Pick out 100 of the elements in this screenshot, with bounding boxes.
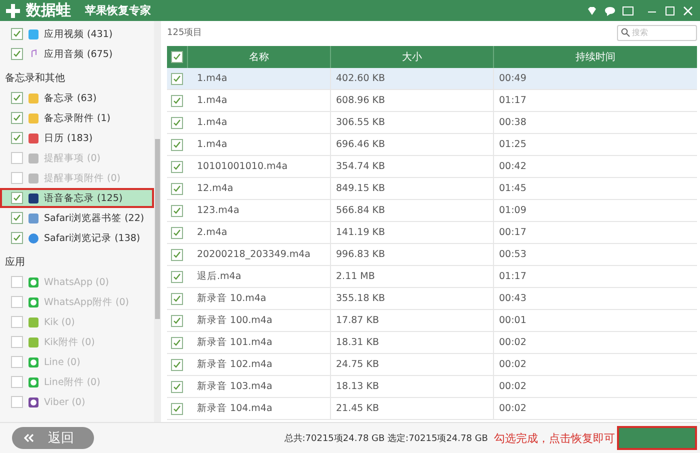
table-cell: 01:09 [493, 200, 697, 221]
table-cell: 00:38 [493, 112, 697, 133]
table-cell: 00:43 [493, 288, 697, 309]
table-row[interactable]: 退后.m4a 2.11 MB 01:17 [167, 266, 697, 288]
item-label: 备忘录附件 (1) [44, 112, 110, 124]
close-icon[interactable] [682, 4, 694, 16]
checkbox[interactable] [11, 92, 23, 104]
table-row[interactable]: 新录音 102.m4a 24.75 KB 00:02 [167, 354, 697, 376]
chat-bubble-icon[interactable] [604, 4, 616, 16]
table-cell-text: 退后.m4a [196, 270, 242, 284]
logo-text: 数据蛙 [26, 1, 71, 20]
item-label: 提醒事项附件 (0) [44, 172, 120, 184]
checkbox[interactable] [171, 248, 183, 260]
table-cell: 17.87 KB [330, 310, 493, 331]
sidebar-item[interactable]: Safari浏览器书签 (22) [0, 208, 154, 228]
checkbox[interactable] [171, 94, 183, 106]
checkbox[interactable] [11, 48, 23, 60]
table-row[interactable]: 新录音 10.m4a 355.18 KB 00:43 [167, 288, 697, 310]
checkbox[interactable] [171, 402, 183, 414]
search-field[interactable]: 搜索 [617, 24, 697, 40]
checkbox[interactable] [171, 116, 183, 128]
table-cell: 00:02 [493, 376, 697, 397]
search-icon [621, 28, 630, 37]
checkbox[interactable] [11, 232, 23, 244]
table-row[interactable]: 1.m4a 608.96 KB 01:17 [167, 90, 697, 112]
checkbox[interactable] [171, 138, 183, 150]
sidebar-item[interactable]: 备忘录 (63) [0, 88, 154, 108]
sidebar-item[interactable]: 日历 (183) [0, 128, 154, 148]
table-cell: 141.19 KB [330, 222, 493, 243]
checkbox[interactable] [171, 380, 183, 392]
table-cell-text: 1.m4a [196, 138, 228, 152]
checkbox[interactable] [171, 358, 183, 370]
item-label: Line (0) [44, 356, 80, 368]
table-row[interactable]: 新录音 101.m4a 18.31 KB 00:02 [167, 332, 697, 354]
table-row[interactable]: 1.m4a 696.46 KB 01:25 [167, 134, 697, 156]
table-cell: 24.75 KB [330, 354, 493, 375]
item-label: Viber (0) [44, 396, 86, 408]
screen-icon[interactable] [622, 4, 634, 16]
checkbox[interactable] [171, 226, 183, 238]
checkbox[interactable] [171, 160, 183, 172]
table-cell: 696.46 KB [330, 134, 493, 155]
section-heading: 备忘录和其他 [4, 72, 66, 86]
checkbox[interactable] [171, 270, 183, 282]
table-cell: 849.15 KB [330, 178, 493, 199]
sidebar-item[interactable]: 应用视频 (431) [0, 24, 154, 44]
item-label: WhatsApp附件 (0) [44, 296, 129, 308]
checkbox[interactable] [11, 192, 23, 204]
table-cell-text: 1.m4a [196, 72, 228, 86]
table-cell-text: 新录音 101.m4a [196, 336, 274, 350]
scrollbar-thumb[interactable] [155, 139, 160, 319]
checkbox[interactable] [11, 132, 23, 144]
checkbox[interactable] [171, 182, 183, 194]
checkbox[interactable] [171, 292, 183, 304]
table-row[interactable]: 新录音 103.m4a 18.13 KB 00:02 [167, 376, 697, 398]
item-count: 125项目 [167, 27, 202, 39]
table-row[interactable]: 1.m4a 306.55 KB 00:38 [167, 112, 697, 134]
table-cell-text: 1.m4a [196, 94, 228, 108]
table-row[interactable]: 2.m4a 141.19 KB 00:17 [167, 222, 697, 244]
cross-logo-icon [6, 4, 20, 18]
section-heading: 应用 [4, 256, 26, 270]
sidebar-item[interactable]: 备忘录附件 (1) [0, 108, 154, 128]
table-row[interactable]: 10101001010.m4a 354.74 KB 00:42 [167, 156, 697, 178]
item-label: WhatsApp (0) [44, 276, 109, 288]
table-cell: 00:49 [493, 68, 697, 89]
checkbox[interactable] [11, 28, 23, 40]
table-row[interactable]: 12.m4a 849.15 KB 01:45 [167, 178, 697, 200]
table-cell: 355.18 KB [330, 288, 493, 309]
table-row[interactable]: 1.m4a 402.60 KB 00:49 [167, 68, 697, 90]
checkbox[interactable] [11, 112, 23, 124]
sidebar-item[interactable]: 语音备忘录 (125) [0, 188, 154, 208]
table-row[interactable]: 新录音 100.m4a 17.87 KB 00:01 [167, 310, 697, 332]
summary-text: 总共:70215项24.78 GB 选定:70215项24.78 GB [284, 432, 488, 444]
table-cell: 608.96 KB [330, 90, 493, 111]
table-cell-text: 新录音 100.m4a [196, 314, 274, 328]
table-cell: 00:42 [493, 156, 697, 177]
table-cell: 00:01 [493, 310, 697, 331]
table-cell: 01:25 [493, 134, 697, 155]
table-cell: 01:17 [493, 266, 697, 287]
checkbox[interactable] [11, 212, 23, 224]
maximize-icon[interactable] [664, 4, 676, 16]
item-label: Line附件 (0) [44, 376, 100, 388]
table-cell: 2.11 MB [330, 266, 493, 287]
checkbox[interactable] [171, 314, 183, 326]
table-cell: 00:02 [493, 398, 697, 419]
table-cell: 354.74 KB [330, 156, 493, 177]
table-row[interactable]: 新录音 104.m4a 21.45 KB 00:02 [167, 398, 697, 420]
table-cell: 306.55 KB [330, 112, 493, 133]
checkbox[interactable] [171, 72, 183, 84]
sidebar-item[interactable]: 应用音频 (675) [0, 44, 154, 64]
diamond-icon[interactable] [586, 4, 598, 16]
table-cell: 00:53 [493, 244, 697, 265]
checkbox[interactable] [171, 204, 183, 216]
table-row[interactable]: 123.m4a 566.84 KB 01:09 [167, 200, 697, 222]
table-row[interactable]: 20200218_203349.m4a 996.83 KB 00:53 [167, 244, 697, 266]
table-cell-text: 20200218_203349.m4a [196, 248, 312, 262]
sidebar-item[interactable]: Safari浏览记录 (138) [0, 228, 154, 248]
table-cell: 996.83 KB [330, 244, 493, 265]
table-cell: 01:17 [493, 90, 697, 111]
checkbox[interactable] [171, 336, 183, 348]
select-all-checkbox[interactable] [171, 51, 183, 63]
